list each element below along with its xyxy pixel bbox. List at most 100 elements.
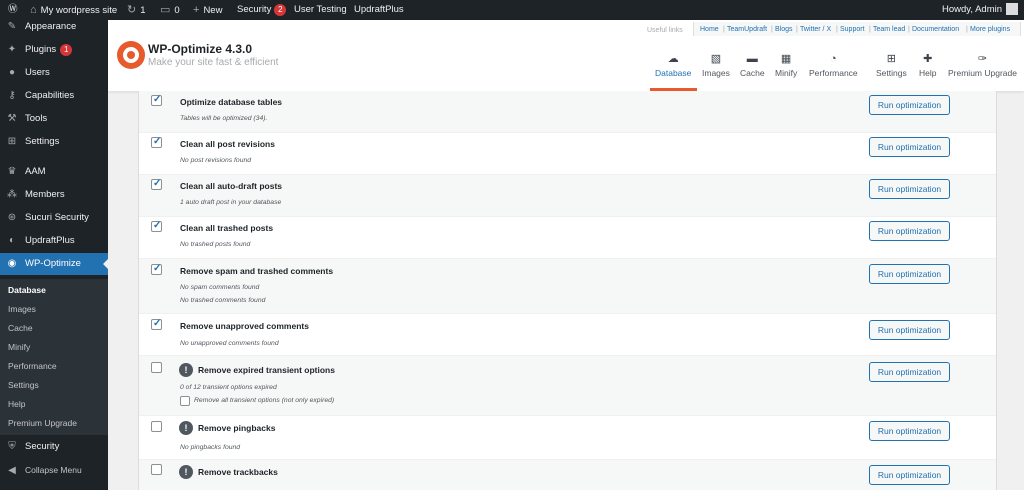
link-more-plugins[interactable]: More plugins <box>970 26 1010 33</box>
option-detail: No unapproved comments found <box>180 340 279 347</box>
remove-spam-comments-checkbox[interactable] <box>151 263 162 275</box>
table-row: Remove unapproved comments No unapproved… <box>139 314 996 356</box>
tab-settings[interactable]: ⊞ Settings <box>876 52 907 78</box>
sidebar-item-security[interactable]: ⛨ Security <box>0 436 108 458</box>
submenu-item-cache[interactable]: Cache <box>8 323 33 333</box>
tab-label: Help <box>919 68 937 78</box>
remove-trackbacks-checkbox[interactable] <box>151 464 162 475</box>
link-teamupdraft[interactable]: TeamUpdraft <box>727 26 767 33</box>
user-testing-link[interactable]: User Testing <box>294 0 347 20</box>
sidebar-item-sucuri-security[interactable]: ⊛ Sucuri Security <box>0 207 108 229</box>
sidebar-item-label: Capabilities <box>25 90 75 101</box>
plugin-icon: ✦ <box>7 44 17 55</box>
run-optimization-button[interactable]: Run optimization <box>869 465 950 485</box>
wp-optimize-icon: ◉ <box>7 258 17 269</box>
option-title: Remove unapproved comments <box>180 321 309 331</box>
tab-images[interactable]: ▧ Images <box>702 52 730 78</box>
sidebar-item-label: AAM <box>25 166 46 177</box>
users-icon: ● <box>8 67 16 78</box>
new-content-link[interactable]: + New <box>193 0 222 20</box>
optimize-tables-checkbox[interactable] <box>151 94 162 106</box>
submenu-item-settings[interactable]: Settings <box>8 380 39 390</box>
option-detail: Tables will be optimized (34). <box>180 115 268 122</box>
tab-cache[interactable]: ▬ Cache <box>740 52 765 78</box>
sidebar-item-settings[interactable]: ⊞ Settings <box>0 131 108 153</box>
submenu-item-premium-upgrade[interactable]: Premium Upgrade <box>8 418 77 428</box>
run-optimization-button[interactable]: Run optimization <box>869 137 950 157</box>
clean-trashed-posts-checkbox[interactable] <box>151 220 162 232</box>
link-blogs[interactable]: Blogs <box>775 26 793 33</box>
table-row: Clean all auto-draft posts 1 auto draft … <box>139 175 996 217</box>
remove-unapproved-comments-checkbox[interactable] <box>151 318 162 330</box>
tab-database[interactable]: ☁ Database <box>655 52 691 78</box>
sidebar-item-wp-optimize[interactable]: ◉ WP-Optimize <box>0 253 108 275</box>
run-optimization-button[interactable]: Run optimization <box>869 362 950 382</box>
option-title: Clean all post revisions <box>180 139 275 149</box>
sidebar-item-users[interactable]: ● Users <box>0 62 108 84</box>
collapse-menu-button[interactable]: ◀ Collapse Menu <box>0 459 108 481</box>
option-detail: No post revisions found <box>180 157 252 164</box>
tab-performance[interactable]: ◔ Performance <box>809 52 858 78</box>
run-optimization-button[interactable]: Run optimization <box>869 95 950 115</box>
option-detail: 0 of 12 transient options expired <box>180 384 277 391</box>
images-icon: ▧ <box>710 53 722 65</box>
clean-auto-drafts-checkbox[interactable] <box>151 178 162 190</box>
updraftplus-link[interactable]: UpdraftPlus <box>354 0 404 20</box>
remove-pingbacks-checkbox[interactable] <box>151 421 162 432</box>
premium-icon: ✑ <box>977 53 988 65</box>
updates-count: 1 <box>140 5 146 16</box>
warning-icon: ! <box>179 421 193 435</box>
submenu-item-images[interactable]: Images <box>8 304 36 314</box>
link-documentation[interactable]: Documentation <box>912 26 959 33</box>
option-detail: No pingbacks found <box>180 444 241 451</box>
option-title: Clean all trashed posts <box>180 223 274 233</box>
link-twitter[interactable]: Twitter / X <box>800 26 831 33</box>
sidebar-item-appearance[interactable]: ✎ Appearance <box>0 16 108 38</box>
option-detail: No trashed comments found <box>180 297 266 304</box>
run-optimization-button[interactable]: Run optimization <box>869 179 950 199</box>
sidebar-item-capabilities[interactable]: ⚷ Capabilities <box>0 85 108 107</box>
user-testing-label: User Testing <box>294 4 347 15</box>
tab-premium-upgrade[interactable]: ✑ Premium Upgrade <box>948 52 1017 78</box>
sidebar-item-updraftplus[interactable]: ◐ UpdraftPlus <box>0 230 108 252</box>
remove-all-transients-checkbox[interactable] <box>180 396 190 406</box>
remove-transients-checkbox[interactable] <box>151 362 162 373</box>
link-support[interactable]: Support <box>840 26 865 33</box>
link-separator: | <box>796 26 798 33</box>
link-separator: | <box>836 26 838 33</box>
sidebar-item-plugins[interactable]: ✦ Plugins 1 <box>0 39 108 61</box>
tab-minify[interactable]: ▦ Minify <box>775 52 797 78</box>
run-optimization-button[interactable]: Run optimization <box>869 421 950 441</box>
submenu-item-minify[interactable]: Minify <box>8 342 30 352</box>
updates-link[interactable]: ↻ 1 <box>127 0 146 20</box>
table-row: Optimize database tables Tables will be … <box>139 91 996 133</box>
sidebar-item-aam[interactable]: ♛ AAM <box>0 161 108 183</box>
run-optimization-button[interactable]: Run optimization <box>869 221 950 241</box>
submenu-item-performance[interactable]: Performance <box>8 361 57 371</box>
sidebar-item-members[interactable]: ⁂ Members <box>0 184 108 206</box>
updraftplus-icon: ◐ <box>8 235 16 246</box>
cache-icon: ▬ <box>746 53 758 65</box>
link-home[interactable]: Home <box>700 26 719 33</box>
run-optimization-button[interactable]: Run optimization <box>869 320 950 340</box>
security-link[interactable]: Security 2 <box>237 0 287 20</box>
run-optimization-button[interactable]: Run optimization <box>869 264 950 284</box>
link-separator: | <box>723 26 725 33</box>
clean-revisions-checkbox[interactable] <box>151 136 162 148</box>
shield-icon: ⛨ <box>8 441 16 452</box>
option-detail: 1 auto draft post in your database <box>180 199 282 206</box>
page-title: WP-Optimize 4.3.0 <box>148 42 253 56</box>
account-menu[interactable]: Howdy, Admin <box>942 0 1018 20</box>
howdy-text: Howdy, Admin <box>941 4 1002 15</box>
tab-help[interactable]: ✚ Help <box>919 52 936 78</box>
sidebar-item-tools[interactable]: ⚒ Tools <box>0 108 108 130</box>
option-title: Remove expired transient options <box>198 365 335 375</box>
updates-icon: ↻ <box>127 4 137 16</box>
option-title: Remove pingbacks <box>198 423 276 433</box>
submenu-item-database[interactable]: Database <box>8 285 46 295</box>
collapse-icon: ◀ <box>8 465 16 476</box>
submenu-item-help[interactable]: Help <box>8 399 25 409</box>
site-name: My wordpress site <box>40 5 118 16</box>
link-team-lead[interactable]: Team lead <box>873 26 905 33</box>
comments-link[interactable]: ▭ 0 <box>160 0 180 20</box>
